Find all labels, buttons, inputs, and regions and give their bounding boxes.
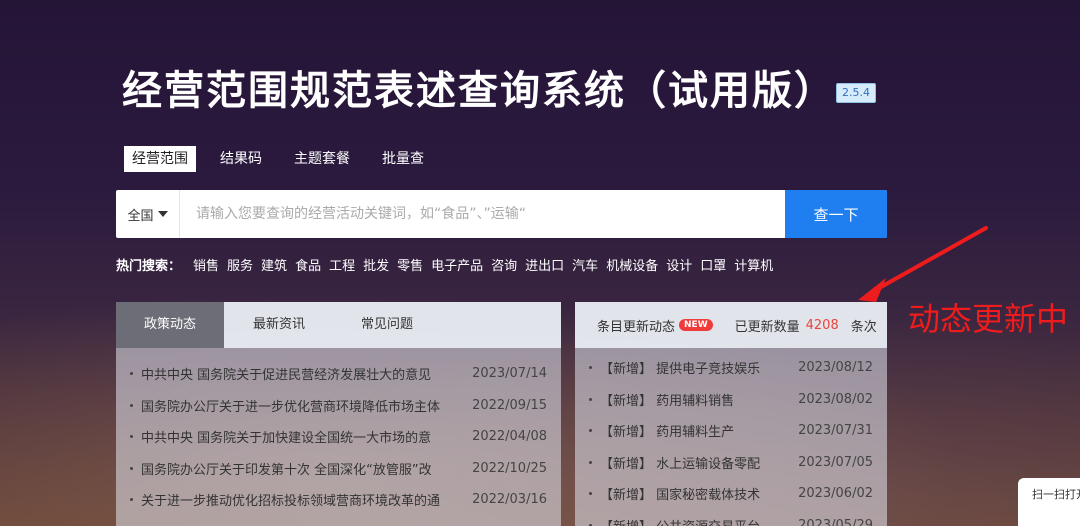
qr-code-card[interactable]: 扫一扫打开 <box>1018 478 1080 526</box>
hot-item[interactable]: 计算机 <box>734 255 773 274</box>
bullet-icon <box>589 397 592 401</box>
updates-count-suffix: 条次 <box>850 319 877 335</box>
list-item[interactable]: 【新增】 提供电子竞技娱乐 2023/08/12 <box>589 352 873 384</box>
hot-item[interactable]: 机械设备 <box>606 255 658 274</box>
list-item[interactable]: 【新增】 药用辅料销售 2023/08/02 <box>589 384 873 416</box>
list-item[interactable]: 中共中央 国务院关于促进民营经济发展壮大的意见 2023/07/14 <box>130 358 547 390</box>
region-select[interactable]: 全国 <box>116 190 180 238</box>
caret-down-icon <box>157 211 168 217</box>
list-item-title: 关于进一步推动优化招标投标领域营商环境改革的通 <box>141 494 441 510</box>
list-item[interactable]: 中共中央 国务院关于加快建设全国统一大市场的意 2022/04/08 <box>130 421 547 453</box>
tab-latest-info[interactable]: 最新资讯 <box>224 302 334 348</box>
list-item-date: 2023/07/31 <box>798 423 873 439</box>
list-item-date: 2023/07/14 <box>472 366 547 382</box>
list-item[interactable]: 关于进一步推动优化招标投标领域营商环境改革的通 2022/03/16 <box>130 484 547 516</box>
updates-title: 条目更新动态 <box>597 319 676 335</box>
list-item-title: 【新增】 国家秘密载体技术 <box>600 488 761 504</box>
bullet-icon <box>589 492 592 496</box>
list-item-date: 2022/03/16 <box>472 492 547 508</box>
search-mode-tabs: 经营范围 结果码 主题套餐 批量查 <box>124 146 448 172</box>
hot-item[interactable]: 食品 <box>295 255 321 274</box>
hot-item[interactable]: 设计 <box>666 255 692 274</box>
bullet-icon <box>589 460 592 464</box>
bullet-icon <box>130 466 133 470</box>
page-title: 经营范围规范表述查询系统（试用版） <box>122 68 836 114</box>
list-item[interactable]: 【新增】 公共资源交易平台 2023/05/29 <box>589 510 873 526</box>
bullet-icon <box>130 372 133 376</box>
bullet-icon <box>589 429 592 433</box>
list-item-title: 【新增】 药用辅料销售 <box>600 393 735 409</box>
bullet-icon <box>130 498 133 502</box>
hot-item[interactable]: 批发 <box>363 255 389 274</box>
hot-item[interactable]: 电子产品 <box>431 255 483 274</box>
list-item[interactable]: 国务院办公厅关于印发第十次 全国深化“放管服”改 2022/10/25 <box>130 453 547 485</box>
list-item-title: 中共中央 国务院关于加快建设全国统一大市场的意 <box>141 431 432 447</box>
hot-item[interactable]: 进出口 <box>525 255 564 274</box>
list-item-title: 中共中央 国务院关于促进民营经济发展壮大的意见 <box>141 368 432 384</box>
hot-item[interactable]: 服务 <box>227 255 253 274</box>
list-item[interactable]: 【新增】 国家秘密载体技术 2023/06/02 <box>589 478 873 510</box>
news-list: 中共中央 国务院关于促进民营经济发展壮大的意见 2023/07/14 国务院办公… <box>116 348 561 516</box>
version-badge: 2.5.4 <box>836 83 876 103</box>
list-item-title: 【新增】 公共资源交易平台 <box>600 516 793 526</box>
hot-searches: 热门搜索： 销售 服务 建筑 食品 工程 批发 零售 电子产品 咨询 进出口 汽… <box>116 255 781 274</box>
list-item-title: 国务院办公厅关于印发第十次 全国深化“放管服”改 <box>141 462 432 478</box>
list-item-title: 【新增】 水上运输设备零配 <box>600 456 761 472</box>
list-item-date: 2023/06/02 <box>798 486 873 502</box>
tab-theme-package[interactable]: 主题套餐 <box>286 146 358 172</box>
tab-batch-query[interactable]: 批量查 <box>374 146 432 172</box>
hot-item[interactable]: 工程 <box>329 255 355 274</box>
updates-list: 【新增】 提供电子竞技娱乐 2023/08/12 【新增】 药用辅料销售 202… <box>575 348 887 526</box>
bullet-icon <box>130 435 133 439</box>
list-item-date: 2022/04/08 <box>472 429 547 445</box>
updates-count: 4208 <box>805 317 839 333</box>
hot-item[interactable]: 销售 <box>193 255 219 274</box>
region-select-label: 全国 <box>127 208 154 224</box>
tab-business-scope[interactable]: 经营范围 <box>124 146 196 172</box>
hot-item[interactable]: 零售 <box>397 255 423 274</box>
list-item[interactable]: 国务院办公厅关于进一步优化营商环境降低市场主体 2022/09/15 <box>130 390 547 422</box>
search-bar: 全国 查一下 <box>116 190 887 238</box>
tab-policy-news[interactable]: 政策动态 <box>116 302 224 348</box>
hot-item[interactable]: 口罩 <box>700 255 726 274</box>
list-item-date: 2023/08/02 <box>798 391 873 407</box>
list-item-date: 2023/07/05 <box>798 454 873 470</box>
tab-faq[interactable]: 常见问题 <box>334 302 440 348</box>
list-item-date: 2023/05/29 <box>798 517 873 526</box>
bullet-icon <box>130 403 133 407</box>
tab-result-code[interactable]: 结果码 <box>212 146 270 172</box>
list-item[interactable]: 【新增】 水上运输设备零配 2023/07/05 <box>589 447 873 479</box>
list-item-date: 2023/08/12 <box>798 360 873 376</box>
list-item-title: 国务院办公厅关于进一步优化营商环境降低市场主体 <box>141 399 441 415</box>
list-item-title: 【新增】 药用辅料生产 <box>600 425 735 441</box>
updates-panel-header: 条目更新动态 NEW 已更新数量 4208 条次 <box>575 302 887 348</box>
hot-item[interactable]: 建筑 <box>261 255 287 274</box>
search-input[interactable] <box>180 190 785 238</box>
news-panel-tabs: 政策动态 最新资讯 常见问题 <box>116 302 561 348</box>
updates-count-prefix: 已更新数量 <box>734 319 800 335</box>
annotation-text: 动态更新中 <box>908 300 1069 338</box>
list-item-title: 【新增】 提供电子竞技娱乐 <box>600 362 761 378</box>
list-item-date: 2022/10/25 <box>472 460 547 476</box>
hot-item[interactable]: 汽车 <box>572 255 598 274</box>
updates-panel: 条目更新动态 NEW 已更新数量 4208 条次 【新增】 提供电子竞技娱乐 2… <box>575 302 887 526</box>
hot-searches-label: 热门搜索： <box>116 259 182 274</box>
list-item-date: 2022/09/15 <box>472 397 547 413</box>
list-item[interactable]: 【新增】 药用辅料生产 2023/07/31 <box>589 415 873 447</box>
news-panel: 政策动态 最新资讯 常见问题 中共中央 国务院关于促进民营经济发展壮大的意见 2… <box>116 302 561 526</box>
hot-item[interactable]: 咨询 <box>491 255 517 274</box>
new-badge: NEW <box>679 319 713 331</box>
bullet-icon <box>589 366 592 370</box>
qr-code-label: 扫一扫打开 <box>1032 488 1080 501</box>
